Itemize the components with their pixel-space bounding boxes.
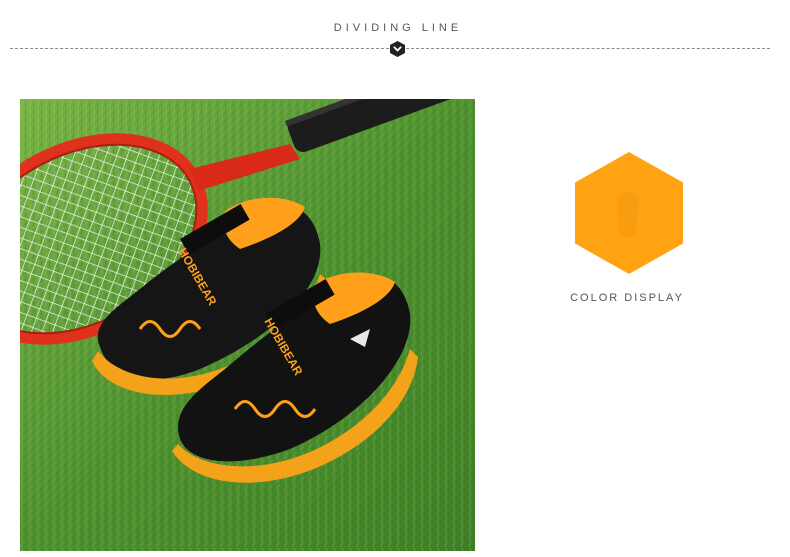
chevron-down-badge-icon xyxy=(390,41,405,57)
divider-title: DIVIDING LINE xyxy=(333,22,463,34)
product-photo: HOBIBEAR HOBIBEAR xyxy=(20,99,475,551)
product-illustration: HOBIBEAR HOBIBEAR xyxy=(20,99,475,551)
color-swatch-orange[interactable] xyxy=(575,152,683,274)
color-display-label: COLOR DISPLAY xyxy=(570,292,684,304)
